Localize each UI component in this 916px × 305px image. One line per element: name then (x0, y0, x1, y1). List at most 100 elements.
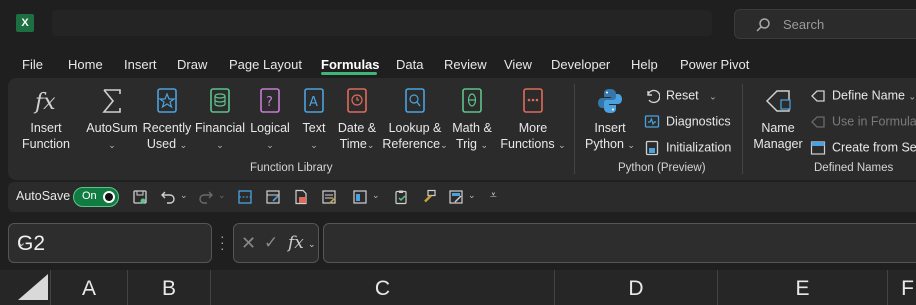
math-trig-label-2: Trig (455, 137, 478, 151)
tab-review[interactable]: Review (444, 57, 487, 72)
initialization-button[interactable]: Initialization (644, 140, 731, 156)
autosave-toggle-label: On (82, 190, 97, 202)
column-header-d[interactable]: D (554, 270, 717, 305)
confirm-icon[interactable]: ✓ (264, 233, 278, 253)
chevron-down-icon[interactable]: ⌄ (218, 190, 226, 201)
math-trig-button[interactable]: Math & Trig ⌄ (450, 86, 494, 153)
svg-text:A: A (309, 95, 318, 110)
paste-values-icon[interactable] (393, 189, 409, 205)
tab-power-pivot[interactable]: Power Pivot (680, 57, 749, 72)
more-functions-label-1: More (518, 121, 548, 135)
text-button[interactable]: A Text ⌄ (298, 86, 330, 153)
tab-data[interactable]: Data (396, 57, 423, 72)
sigma-icon (102, 89, 121, 113)
insert-function-button[interactable]: fx Insert Function (18, 86, 74, 152)
autosave-label: AutoSave (16, 189, 71, 203)
format-painter-icon[interactable] (421, 189, 437, 205)
initialization-icon (645, 140, 659, 156)
column-header-e[interactable]: E (717, 270, 887, 305)
tab-page-layout[interactable]: Page Layout (229, 57, 302, 72)
edit-table-icon[interactable] (265, 189, 281, 205)
define-name-button[interactable]: Define Name ⌄ (810, 88, 916, 104)
tab-home[interactable]: Home (68, 57, 103, 72)
star-book-icon (157, 88, 177, 113)
use-in-formula-icon (811, 116, 825, 128)
chevron-down-icon: ⌄ (627, 140, 635, 150)
pdf-icon[interactable] (293, 189, 309, 205)
math-trig-label-1: Math & (452, 121, 492, 135)
text-label: Text (302, 121, 326, 135)
reset-icon (647, 89, 660, 104)
reset-button[interactable]: Reset ⌄ (644, 88, 717, 104)
column-header-a[interactable]: A (50, 270, 127, 305)
magnifier-book-icon (405, 88, 425, 113)
customize-toolbar-icon[interactable]: ⩡ (490, 188, 497, 203)
group-divider (574, 84, 575, 174)
layout-icon[interactable] (352, 189, 368, 205)
redo-icon[interactable] (198, 189, 214, 205)
tab-help[interactable]: Help (631, 57, 658, 72)
autosave-toggle[interactable]: On (73, 187, 119, 207)
recently-used-button[interactable]: Recently Used ⌄ (142, 86, 192, 153)
group-divider (742, 84, 743, 174)
date-time-button[interactable]: Date & Time⌄ (334, 86, 380, 153)
tab-insert[interactable]: Insert (124, 57, 157, 72)
form-icon[interactable] (321, 189, 337, 205)
date-time-label-2: Time (339, 137, 367, 151)
financial-button[interactable]: Financial ⌄ (194, 86, 246, 153)
formula-input[interactable] (323, 223, 916, 263)
chevron-down-icon[interactable]: ⌄ (372, 190, 380, 201)
tab-file[interactable]: File (22, 57, 43, 72)
chevron-down-icon: ⌄ (558, 140, 566, 150)
question-book-icon: ? (260, 88, 280, 113)
chevron-down-icon[interactable]: ⌄ (180, 190, 188, 201)
tag-icon (811, 90, 825, 102)
active-tab-indicator (321, 72, 377, 75)
chart-edit-icon[interactable] (448, 189, 464, 205)
insert-function-label-1: Insert (30, 121, 62, 135)
financial-label: Financial (194, 121, 246, 135)
lookup-reference-button[interactable]: Lookup & Reference⌄ (382, 86, 448, 153)
name-manager-button[interactable]: Name Manager (750, 86, 806, 152)
diagnostics-button[interactable]: Diagnostics (644, 114, 731, 130)
use-in-formula-button[interactable]: Use in Formula (810, 114, 916, 130)
create-from-selection-button[interactable]: Create from Sele (810, 140, 916, 156)
insert-python-label-2: Python (585, 137, 624, 151)
column-header-b[interactable]: B (127, 270, 210, 305)
page-break-icon[interactable] (237, 189, 253, 205)
chevron-down-icon[interactable]: ⌄ (308, 239, 316, 250)
logical-button[interactable]: ? Logical ⌄ (248, 86, 292, 153)
logical-label: Logical (250, 121, 290, 135)
clock-book-icon (347, 88, 367, 113)
more-functions-button[interactable]: More Functions ⌄ (498, 86, 568, 153)
undo-icon[interactable] (160, 189, 176, 205)
column-header-c[interactable]: C (210, 270, 554, 305)
tab-developer[interactable]: Developer (551, 57, 610, 72)
more-functions-label-2: Functions (500, 137, 555, 151)
select-all-corner[interactable] (18, 274, 48, 300)
name-box[interactable]: G2 ⌄ (8, 223, 212, 263)
search-box[interactable]: Search (734, 9, 916, 39)
tab-formulas[interactable]: Formulas (321, 57, 380, 72)
cancel-icon[interactable]: ✕ (241, 233, 256, 254)
tab-draw[interactable]: Draw (177, 57, 207, 72)
chevron-down-icon: ⌄ (440, 140, 448, 150)
chevron-down-icon: ⌄ (480, 140, 489, 150)
save-icon[interactable] (132, 189, 148, 205)
autosum-button[interactable]: AutoSum ⌄ (84, 86, 140, 153)
coins-book-icon (210, 88, 230, 113)
insert-python-button[interactable]: Insert Python ⌄ (582, 86, 638, 153)
tab-view[interactable]: View (504, 57, 532, 72)
create-from-selection-icon (810, 141, 826, 155)
defined-names-group-label: Defined Names (814, 162, 894, 174)
chevron-down-icon[interactable]: ⌄ (17, 236, 201, 249)
column-header-f[interactable]: F (887, 270, 916, 305)
lookup-reference-label-1: Lookup & (388, 121, 442, 135)
diagnostics-label: Diagnostics (666, 114, 731, 129)
insert-function-icon[interactable]: fx (288, 233, 304, 253)
insert-function-label-2: Function (22, 137, 70, 151)
title-area (52, 10, 712, 36)
chevron-down-icon[interactable]: ⌄ (468, 190, 476, 201)
ribbon: fx Insert Function AutoSum ⌄ Recently Us… (8, 78, 916, 180)
more-options-icon[interactable]: · · · (220, 229, 225, 255)
